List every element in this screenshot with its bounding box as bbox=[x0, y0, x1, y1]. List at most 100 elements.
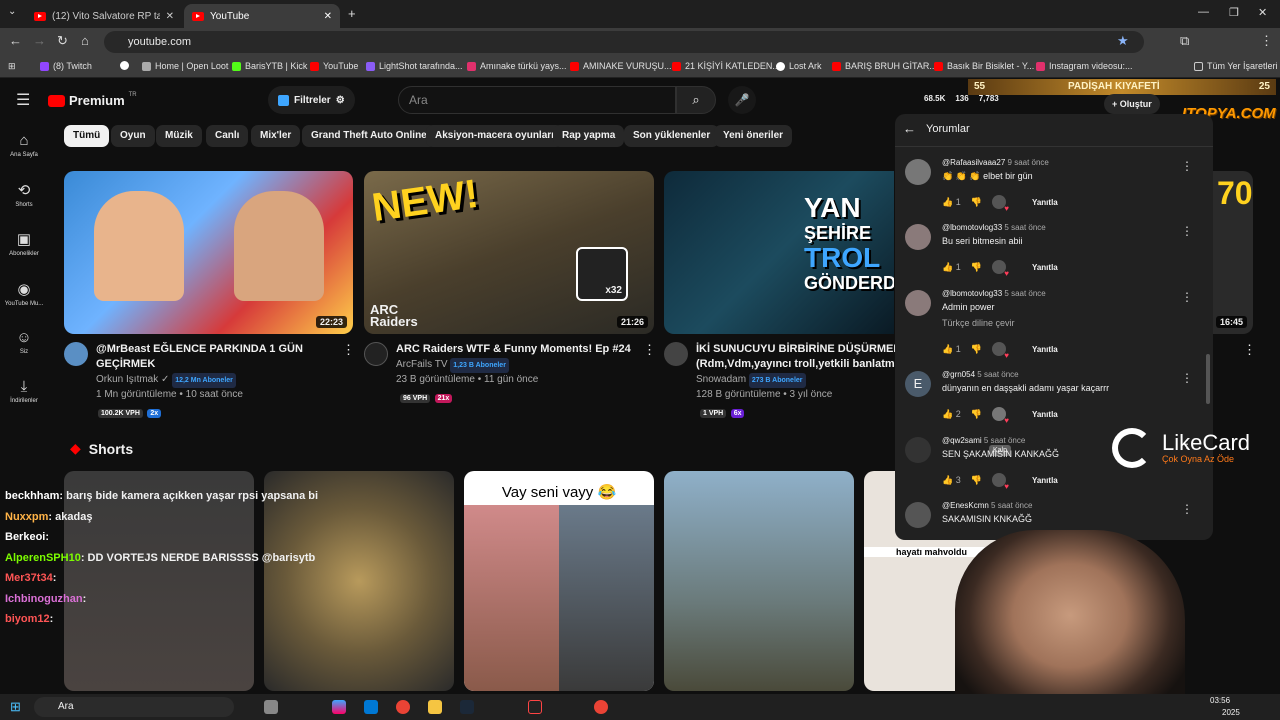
forward-icon[interactable]: → bbox=[33, 33, 46, 48]
comment-menu-icon[interactable]: ⋮ bbox=[1181, 502, 1193, 516]
tab-search-icon[interactable]: ⌄ bbox=[8, 6, 16, 17]
commenter-avatar[interactable]: E bbox=[905, 371, 931, 397]
video-title[interactable]: @MrBeast EĞLENCE PARKINDA 1 GÜN GEÇİRMEK bbox=[96, 342, 336, 372]
video-thumbnail[interactable]: NEW! x32 ARC Raiders 21:26 bbox=[364, 171, 654, 334]
new-tab-icon[interactable]: + bbox=[348, 6, 356, 21]
sidebar-item-downloads[interactable]: ⤓ İndirilenler bbox=[0, 378, 48, 404]
url-bar[interactable]: youtube.com bbox=[104, 31, 1144, 53]
bookmark-item[interactable]: (8) Twitch bbox=[40, 61, 92, 71]
chip-action-adventure[interactable]: Aksiyon-macera oyunları bbox=[426, 125, 563, 147]
bookmark-item[interactable]: Instagram videosu:... bbox=[1036, 61, 1133, 71]
bookmark-item[interactable]: Amınake türkü yays... bbox=[467, 61, 567, 71]
like-button[interactable]: 👍 1 bbox=[942, 197, 961, 208]
bookmark-item[interactable]: BarisYTB | Kick bbox=[232, 61, 307, 71]
windows-start-icon[interactable]: ⊞ bbox=[10, 699, 21, 715]
steam-icon[interactable] bbox=[460, 700, 474, 714]
bookmark-item[interactable] bbox=[120, 61, 129, 70]
like-button[interactable]: 👍 1 bbox=[942, 344, 961, 355]
chip-live[interactable]: Canlı bbox=[206, 125, 249, 147]
bookmark-item[interactable]: Home | Open Loot bbox=[142, 61, 228, 71]
menu-dots-icon[interactable]: ⋮ bbox=[1260, 33, 1273, 49]
heart-button[interactable] bbox=[991, 407, 1009, 425]
close-tab-icon[interactable]: ✕ bbox=[166, 11, 174, 22]
search-input[interactable]: Ara bbox=[398, 86, 676, 114]
channel-avatar[interactable] bbox=[64, 342, 88, 366]
reply-button[interactable]: Yanıtla bbox=[1032, 263, 1058, 272]
sidebar-item-shorts[interactable]: ⟲ Shorts bbox=[0, 181, 48, 208]
dislike-button[interactable]: 👎 bbox=[971, 409, 982, 420]
short-thumbnail[interactable] bbox=[64, 471, 254, 691]
home-icon[interactable]: ⌂ bbox=[81, 33, 89, 48]
browser-tab-2[interactable]: YouTube ✕ bbox=[184, 4, 340, 28]
sidebar-item-music[interactable]: ◉ YouTube Mu... bbox=[0, 280, 48, 307]
video-title[interactable]: İKİ SUNUCUYU BİRBİRİNE DÜŞÜRMEK!!. (Rdm,V… bbox=[696, 342, 896, 372]
more-options-icon[interactable]: ⋮ bbox=[342, 342, 355, 358]
create-button[interactable]: + Oluştur bbox=[1104, 94, 1160, 114]
comment-menu-icon[interactable]: ⋮ bbox=[1181, 371, 1193, 385]
reply-button[interactable]: Yanıtla bbox=[1032, 476, 1058, 485]
bookmark-item[interactable]: YouTube bbox=[310, 61, 358, 71]
maximize-icon[interactable]: ❐ bbox=[1229, 6, 1239, 19]
bookmark-item[interactable]: 21 KİŞİYİ KATLEDEN... bbox=[672, 61, 780, 71]
channel-avatar[interactable] bbox=[664, 342, 688, 366]
bookmark-item[interactable]: LightShot tarafında... bbox=[366, 61, 463, 71]
short-thumbnail[interactable] bbox=[264, 471, 454, 691]
close-tab-icon[interactable]: ✕ bbox=[324, 11, 332, 22]
comment-menu-icon[interactable]: ⋮ bbox=[1181, 159, 1193, 173]
chip-mixes[interactable]: Mix'ler bbox=[251, 125, 301, 147]
reload-icon[interactable]: ↻ bbox=[57, 33, 68, 49]
back-icon[interactable]: ← bbox=[9, 33, 22, 48]
heart-button[interactable] bbox=[991, 473, 1009, 491]
apps-grid-icon[interactable]: ⊞ bbox=[8, 61, 16, 72]
chip-gta-online[interactable]: Grand Theft Auto Online bbox=[302, 125, 436, 147]
bookmark-item[interactable]: Basık Bir Bisiklet - Y... bbox=[934, 61, 1034, 71]
commenter-avatar[interactable] bbox=[905, 290, 931, 316]
chip-music[interactable]: Müzik bbox=[156, 125, 202, 147]
chip-all[interactable]: Tümü bbox=[64, 125, 110, 147]
heart-button[interactable] bbox=[991, 195, 1009, 213]
chip-recently-uploaded[interactable]: Son yüklenenler bbox=[624, 125, 720, 147]
taskbar-search[interactable]: Ara bbox=[34, 697, 234, 717]
all-bookmarks[interactable]: Tüm Yer İşaretleri bbox=[1194, 61, 1278, 71]
commenter-avatar[interactable] bbox=[905, 224, 931, 250]
video-title[interactable]: ARC Raiders WTF & Funny Moments! Ep #24 bbox=[396, 342, 636, 357]
more-options-icon[interactable]: ⋮ bbox=[1243, 342, 1256, 358]
dislike-button[interactable]: 👎 bbox=[971, 262, 982, 273]
commenter-avatar[interactable] bbox=[905, 502, 931, 528]
back-arrow-icon[interactable]: ← bbox=[903, 121, 916, 136]
short-thumbnail[interactable]: Vay seni vayy 😂 bbox=[464, 471, 654, 691]
like-button[interactable]: 👍 1 bbox=[942, 262, 961, 273]
youtube-premium-logo[interactable]: Premium TR bbox=[48, 92, 137, 108]
comments-scrollbar[interactable] bbox=[1206, 354, 1210, 404]
commenter-avatar[interactable] bbox=[905, 159, 931, 185]
dislike-button[interactable]: 👎 bbox=[971, 475, 982, 486]
video-thumbnail[interactable]: YAN ŞEHİRE TROL GÖNDERD bbox=[664, 171, 894, 334]
sidebar-item-you[interactable]: ☺ Siz bbox=[0, 329, 48, 355]
filters-button[interactable]: Filtreler ⚙ bbox=[268, 86, 355, 114]
bookmark-item[interactable]: BARIŞ BRUH GİTAR... bbox=[832, 61, 937, 71]
channel-avatar[interactable] bbox=[364, 342, 388, 366]
dislike-button[interactable]: 👎 bbox=[971, 344, 982, 355]
chip-rap[interactable]: Rap yapma bbox=[553, 125, 625, 147]
bookmark-item[interactable]: AMINAKE VURUŞU... bbox=[570, 61, 672, 71]
heart-button[interactable] bbox=[991, 260, 1009, 278]
reply-button[interactable]: Yanıtla bbox=[1032, 198, 1058, 207]
search-button[interactable]: ⌕ bbox=[676, 86, 716, 114]
dislike-button[interactable]: 👎 bbox=[971, 197, 982, 208]
store-icon[interactable] bbox=[364, 700, 378, 714]
like-button[interactable]: 👍 3 bbox=[942, 475, 961, 486]
minimize-icon[interactable]: — bbox=[1198, 6, 1209, 18]
video-thumbnail[interactable]: 22:23 bbox=[64, 171, 353, 334]
comment-menu-icon[interactable]: ⋮ bbox=[1181, 290, 1193, 304]
comment-menu-icon[interactable]: ⋮ bbox=[1181, 224, 1193, 238]
reply-button[interactable]: Yanıtla bbox=[1032, 410, 1058, 419]
browser-tab-1[interactable]: (12) Vito Salvatore RP tarihinin ... ✕ bbox=[26, 4, 182, 28]
obs-icon[interactable] bbox=[528, 700, 542, 714]
chip-gaming[interactable]: Oyun bbox=[111, 125, 155, 147]
hamburger-menu-icon[interactable]: ☰ bbox=[16, 90, 30, 110]
sidebar-item-home[interactable]: ⌂ Ana Sayfa bbox=[0, 132, 48, 158]
reply-button[interactable]: Yanıtla bbox=[1032, 345, 1058, 354]
bookmark-star-icon[interactable]: ★ bbox=[1117, 33, 1129, 49]
task-view-icon[interactable] bbox=[264, 700, 278, 714]
chrome-icon[interactable] bbox=[396, 700, 410, 714]
